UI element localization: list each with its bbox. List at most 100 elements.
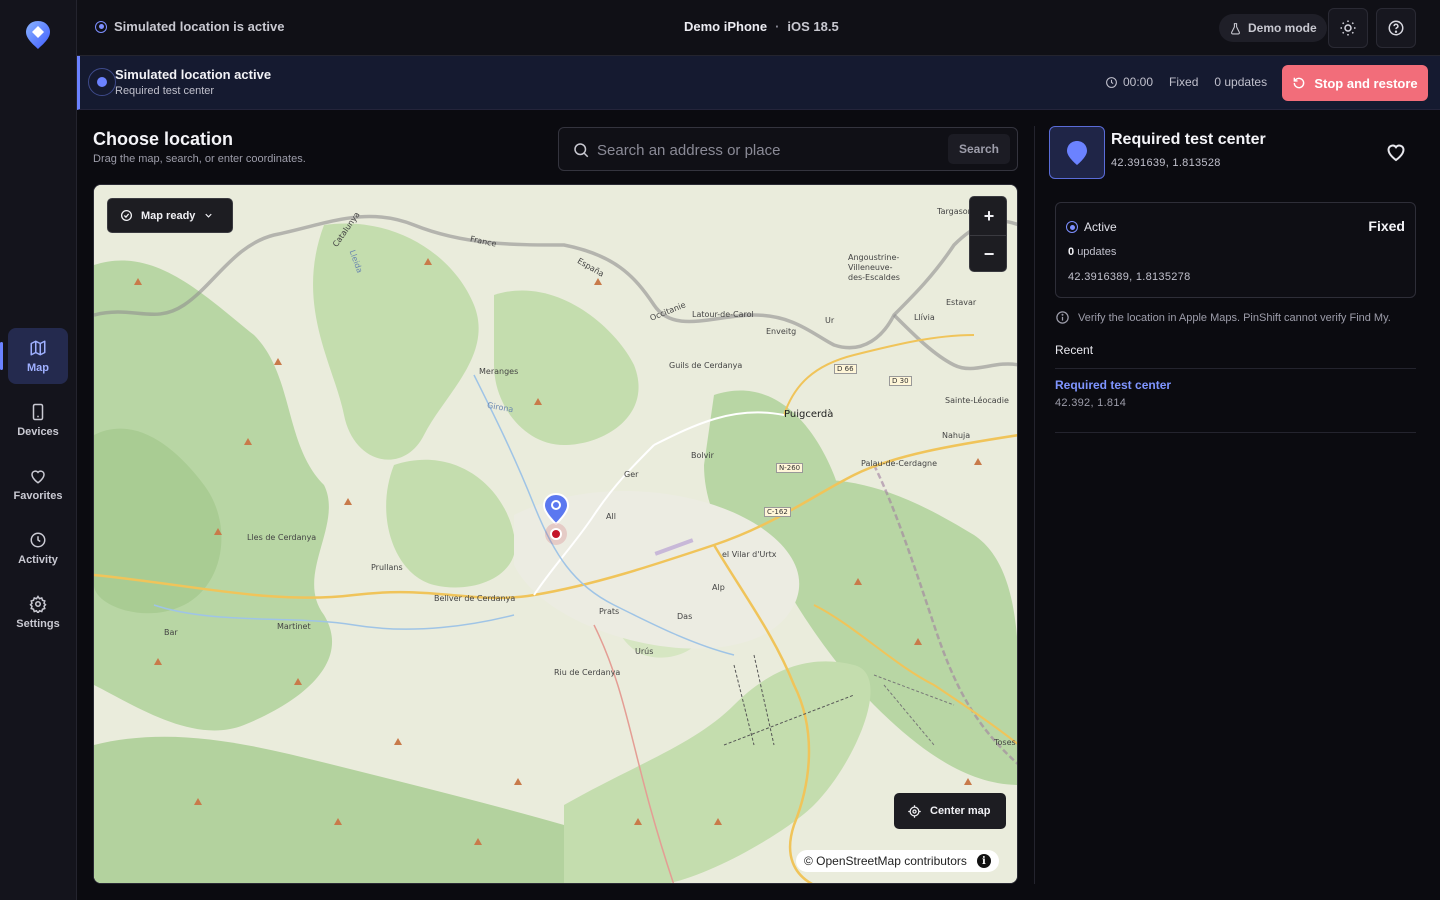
map-label-puigcerda: Puigcerdà bbox=[784, 409, 834, 420]
map-status-dropdown[interactable]: Map ready bbox=[107, 198, 233, 233]
map-label-bar: Bar bbox=[164, 628, 178, 637]
timer: 00:00 bbox=[1105, 75, 1153, 89]
road-shield-c162: C-162 bbox=[764, 507, 791, 517]
road-shield-d30: D 30 bbox=[889, 376, 912, 386]
map-label-prats: Prats bbox=[599, 607, 620, 616]
status-updates: 0 updates bbox=[1068, 246, 1116, 258]
map-label-das: Das bbox=[677, 612, 693, 621]
banner-subtitle: Required test center bbox=[115, 85, 215, 97]
app-logo[interactable] bbox=[24, 20, 52, 50]
verify-note: Verify the location in Apple Maps. PinSh… bbox=[1055, 310, 1391, 325]
zoom-out-button[interactable]: − bbox=[970, 235, 1006, 271]
device-name: Demo iPhone bbox=[684, 19, 768, 34]
demo-mode-badge[interactable]: Demo mode bbox=[1219, 14, 1327, 42]
active-indicator-icon bbox=[95, 20, 107, 33]
map-label-latour: Latour-de-Carol bbox=[692, 310, 754, 319]
active-indicator-icon bbox=[1066, 221, 1078, 233]
map-label-nahuja: Nahuja bbox=[942, 431, 971, 440]
map-label-urus: Urús bbox=[635, 647, 654, 656]
map-label-all: All bbox=[606, 512, 616, 521]
mode-label: Fixed bbox=[1169, 75, 1199, 89]
search-icon bbox=[574, 143, 589, 158]
map-label-riu: Riu de Cerdanya bbox=[554, 668, 621, 677]
chevron-down-icon bbox=[205, 213, 213, 218]
sidebar-item-map[interactable]: Map bbox=[0, 328, 68, 384]
precise-coordinates: 42.3916389, 1.8135278 bbox=[1068, 271, 1191, 283]
map-label-lles: Lles de Cerdanya bbox=[247, 533, 317, 542]
place-title: Required test center bbox=[1111, 131, 1266, 148]
sidebar-item-devices[interactable]: Devices bbox=[8, 392, 68, 448]
recent-item-name[interactable]: Required test center bbox=[1055, 378, 1171, 392]
updates-count: 0 bbox=[1068, 246, 1075, 258]
recent-heading: Recent bbox=[1055, 343, 1094, 357]
sidebar: Map Devices Favorites Activity Settings bbox=[0, 0, 77, 900]
map-status-label: Map ready bbox=[141, 209, 196, 222]
sidebar-item-activity[interactable]: Activity bbox=[8, 520, 68, 576]
sidebar-item-favorites[interactable]: Favorites bbox=[8, 456, 68, 512]
sidebar-item-label: Map bbox=[27, 361, 49, 374]
stop-and-restore-button[interactable]: Stop and restore bbox=[1282, 65, 1428, 101]
gear-icon bbox=[29, 594, 47, 613]
info-icon[interactable]: i bbox=[976, 854, 991, 868]
center-map-button[interactable]: Center map bbox=[894, 793, 1006, 829]
map-view[interactable]: France España Catalunya Occitanie Latour… bbox=[93, 184, 1018, 884]
phone-icon bbox=[32, 403, 44, 420]
map-label-llivia: Llívia bbox=[914, 313, 935, 322]
page-title: Choose location bbox=[93, 129, 234, 149]
demo-mode-label: Demo mode bbox=[1248, 21, 1317, 35]
restore-icon bbox=[1293, 77, 1305, 89]
verify-note-text: Verify the location in Apple Maps. PinSh… bbox=[1078, 311, 1391, 324]
sun-icon bbox=[1340, 20, 1356, 36]
help-button[interactable] bbox=[1376, 8, 1416, 48]
sidebar-item-label: Settings bbox=[16, 617, 60, 630]
search-button[interactable]: Search bbox=[948, 134, 1010, 164]
map-label-prullans: Prullans bbox=[371, 563, 403, 572]
map-label-angoustrine: Angoustrine-Villeneuve-des-Escaldes bbox=[848, 253, 900, 282]
recent-item-coords: 42.392, 1.814 bbox=[1055, 397, 1127, 409]
map-label-guils: Guils de Cerdanya bbox=[669, 361, 743, 370]
sidebar-item-settings[interactable]: Settings bbox=[8, 584, 68, 640]
theme-toggle-button[interactable] bbox=[1328, 8, 1368, 48]
zoom-in-button[interactable]: + bbox=[970, 197, 1006, 235]
recent-divider bbox=[1055, 368, 1416, 369]
map-label-alp: Alp bbox=[712, 583, 725, 592]
os-version: iOS 18.5 bbox=[787, 19, 839, 34]
sidebar-item-label: Devices bbox=[17, 425, 59, 438]
help-icon bbox=[1388, 20, 1404, 36]
banner-meta: 00:00 Fixed 0 updates bbox=[1105, 75, 1267, 89]
map-label-vilar: el Vilar d'Urtx bbox=[722, 550, 777, 559]
location-pin-icon[interactable] bbox=[543, 493, 569, 525]
page-subtitle: Drag the map, search, or enter coordinat… bbox=[93, 153, 306, 165]
map-attribution[interactable]: © OpenStreetMap contributors i bbox=[796, 850, 999, 872]
search-box: Search bbox=[558, 127, 1018, 171]
panel-divider bbox=[1034, 126, 1035, 884]
sidebar-item-label: Activity bbox=[18, 553, 58, 566]
map-label-palau: Palau-de-Cerdagne bbox=[861, 459, 938, 468]
sim-status-text: Simulated location is active bbox=[114, 19, 285, 34]
recent-item[interactable]: Required test center 42.392, 1.814 bbox=[1055, 377, 1416, 433]
map-label-bellver: Bellver de Cerdanya bbox=[434, 594, 516, 603]
status-mode: Fixed bbox=[1368, 218, 1405, 234]
status-active-label: Active bbox=[1084, 220, 1117, 234]
map-label-enveitg: Enveitg bbox=[766, 327, 797, 336]
clock-icon bbox=[30, 532, 46, 547]
map-label-sainte: Sainte-Léocadie bbox=[945, 396, 1009, 405]
map-label-ur: Ur bbox=[825, 316, 835, 325]
updates-count: 0 updates bbox=[1214, 75, 1268, 89]
device-info: Demo iPhone · iOS 18.5 bbox=[684, 19, 839, 34]
road-shield-n260: N-260 bbox=[776, 463, 804, 473]
sidebar-item-label: Favorites bbox=[13, 489, 63, 502]
search-input[interactable] bbox=[597, 138, 937, 162]
banner-title: Simulated location active bbox=[115, 67, 272, 82]
center-map-label: Center map bbox=[930, 805, 991, 817]
clock-icon bbox=[1106, 76, 1117, 88]
check-circle-icon bbox=[120, 209, 133, 222]
flask-icon bbox=[1231, 22, 1240, 34]
topbar: Simulated location is active Demo iPhone… bbox=[77, 0, 1440, 56]
sim-status: Simulated location is active bbox=[95, 19, 285, 34]
map-label-ger: Ger bbox=[624, 470, 639, 479]
favorite-heart-icon[interactable] bbox=[1384, 140, 1408, 164]
heart-icon bbox=[31, 469, 45, 484]
place-icon bbox=[1049, 126, 1105, 179]
zoom-controls: + − bbox=[969, 196, 1007, 272]
